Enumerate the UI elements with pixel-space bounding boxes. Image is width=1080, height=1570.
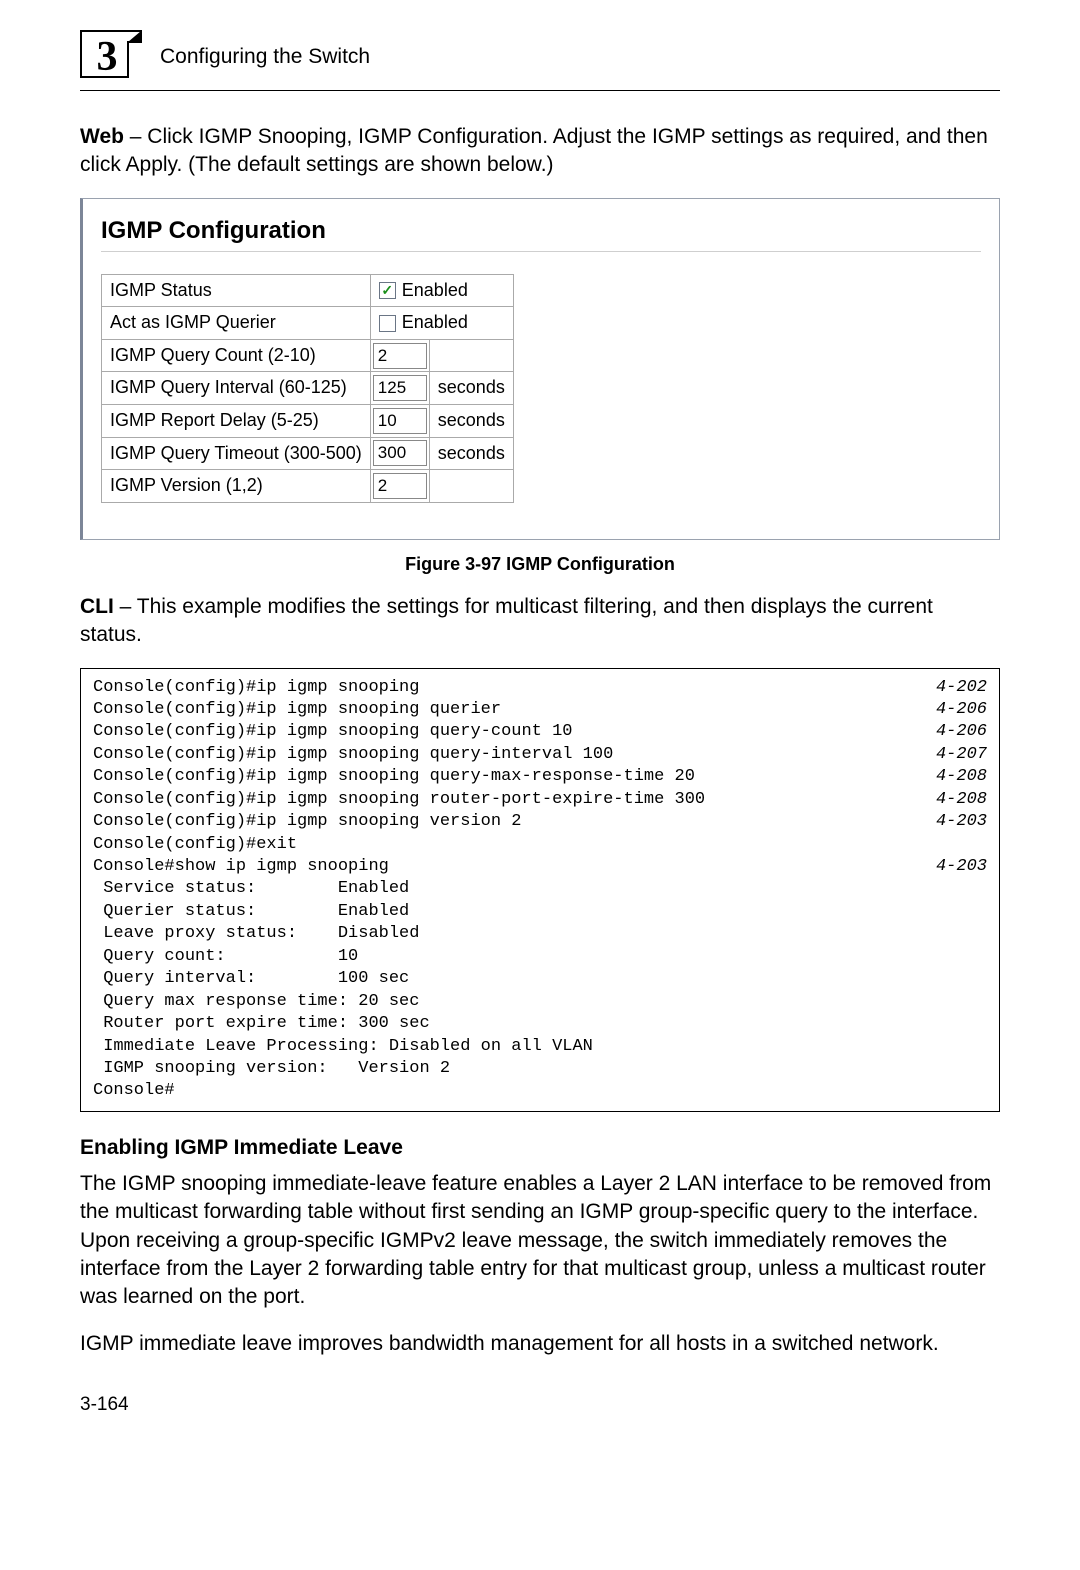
cell-igmp-status: Enabled — [370, 274, 513, 307]
label-query-timeout: IGMP Query Timeout (300-500) — [102, 437, 371, 470]
label-igmp-querier: Act as IGMP Querier — [102, 307, 371, 340]
cli-text: Console# — [93, 1080, 175, 1102]
cli-text: Console(config)#ip igmp snooping query-c… — [93, 721, 572, 743]
chapter-number-icon: 3 — [80, 30, 142, 78]
subsection-para1: The IGMP snooping immediate-leave featur… — [80, 1170, 1000, 1312]
cli-page-ref: 4-206 — [936, 721, 987, 743]
input-query-count[interactable] — [373, 343, 427, 369]
cli-text: Query max response time: 20 sec — [93, 991, 419, 1013]
cli-line: Console(config)#ip igmp snooping version… — [93, 811, 987, 833]
cli-line: Query max response time: 20 sec — [93, 991, 987, 1013]
cli-text: Console(config)#ip igmp snooping router-… — [93, 789, 705, 811]
row-query-count: IGMP Query Count (2-10) — [102, 339, 514, 372]
checkbox-label-enabled: Enabled — [402, 280, 468, 302]
cell-igmp-querier: Enabled — [370, 307, 513, 340]
config-panel-title: IGMP Configuration — [101, 217, 981, 245]
input-igmp-version[interactable] — [373, 473, 427, 499]
config-table: IGMP Status Enabled Act as IGMP Querier … — [101, 274, 514, 503]
cli-text: Console(config)#ip igmp snooping version… — [93, 811, 521, 833]
row-igmp-status: IGMP Status Enabled — [102, 274, 514, 307]
cli-text: Immediate Leave Processing: Disabled on … — [93, 1036, 593, 1058]
cli-text: Console(config)#ip igmp snooping query-i… — [93, 744, 613, 766]
cli-line: Query interval: 100 sec — [93, 968, 987, 990]
cli-line: Router port expire time: 300 sec — [93, 1013, 987, 1035]
cli-text: Service status: Enabled — [93, 878, 409, 900]
document-page: 3 Configuring the Switch Web – Click IGM… — [0, 0, 1080, 1456]
cli-page-ref: 4-203 — [936, 811, 987, 833]
svg-text:3: 3 — [97, 34, 118, 78]
checkbox-igmp-querier[interactable] — [379, 315, 396, 332]
cli-line: IGMP snooping version: Version 2 — [93, 1058, 987, 1080]
unit-empty — [429, 339, 513, 372]
cli-line: Leave proxy status: Disabled — [93, 923, 987, 945]
cli-page-ref: 4-208 — [936, 789, 987, 811]
input-report-delay[interactable] — [373, 408, 427, 434]
cli-line: Querier status: Enabled — [93, 901, 987, 923]
cli-line: Console(config)#ip igmp snooping router-… — [93, 789, 987, 811]
cli-page-ref: 4-206 — [936, 699, 987, 721]
cli-intro-lead: CLI — [80, 595, 114, 618]
cli-line: Console(config)#ip igmp snooping 4-202 — [93, 677, 987, 699]
cli-line: Console# — [93, 1080, 987, 1102]
row-report-delay: IGMP Report Delay (5-25) seconds — [102, 405, 514, 438]
label-igmp-version: IGMP Version (1,2) — [102, 470, 371, 503]
web-intro-paragraph: Web – Click IGMP Snooping, IGMP Configur… — [80, 123, 1000, 180]
cli-text: Console(config)#exit — [93, 834, 297, 856]
config-panel: IGMP Configuration IGMP Status Enabled A… — [80, 198, 1000, 540]
cli-text: Leave proxy status: Disabled — [93, 923, 419, 945]
cli-line: Console(config)#exit — [93, 834, 987, 856]
web-intro-rest: – Click IGMP Snooping, IGMP Configuratio… — [80, 125, 988, 176]
cli-intro-paragraph: CLI – This example modifies the settings… — [80, 593, 1000, 650]
cli-page-ref: 4-203 — [936, 856, 987, 878]
unit-empty — [429, 470, 513, 503]
unit-seconds: seconds — [429, 437, 513, 470]
cli-text: IGMP snooping version: Version 2 — [93, 1058, 450, 1080]
cli-line: Service status: Enabled — [93, 878, 987, 900]
cli-line: Query count: 10 — [93, 946, 987, 968]
cli-text: Console(config)#ip igmp snooping query-m… — [93, 766, 695, 788]
cli-listing: Console(config)#ip igmp snooping4-202Con… — [80, 668, 1000, 1112]
row-igmp-version: IGMP Version (1,2) — [102, 470, 514, 503]
cli-line: Console(config)#ip igmp snooping query-m… — [93, 766, 987, 788]
checkbox-igmp-status[interactable] — [379, 282, 396, 299]
web-intro-lead: Web — [80, 125, 124, 148]
cli-line: Console(config)#ip igmp snooping querier… — [93, 699, 987, 721]
input-query-timeout[interactable] — [373, 440, 427, 466]
cli-text: Query interval: 100 sec — [93, 968, 409, 990]
cli-text: Router port expire time: 300 sec — [93, 1013, 430, 1035]
page-header: 3 Configuring the Switch — [80, 30, 1000, 91]
cli-text: Querier status: Enabled — [93, 901, 409, 923]
cli-text: Console#show ip igmp snooping — [93, 856, 389, 878]
cli-text: Console(config)#ip igmp snooping querier — [93, 699, 501, 721]
row-query-timeout: IGMP Query Timeout (300-500) seconds — [102, 437, 514, 470]
subsection-para2: IGMP immediate leave improves bandwidth … — [80, 1330, 1000, 1358]
panel-divider — [101, 251, 981, 252]
cli-text: Console(config)#ip igmp snooping — [93, 677, 419, 699]
cli-line: Console(config)#ip igmp snooping query-i… — [93, 744, 987, 766]
subsection-title: Enabling IGMP Immediate Leave — [80, 1136, 1000, 1160]
row-query-interval: IGMP Query Interval (60-125) seconds — [102, 372, 514, 405]
figure-caption: Figure 3-97 IGMP Configuration — [80, 554, 1000, 575]
row-igmp-querier: Act as IGMP Querier Enabled — [102, 307, 514, 340]
label-igmp-status: IGMP Status — [102, 274, 371, 307]
cli-line: Console(config)#ip igmp snooping query-c… — [93, 721, 987, 743]
page-number: 3-164 — [80, 1394, 1000, 1416]
label-query-count: IGMP Query Count (2-10) — [102, 339, 371, 372]
cli-page-ref: 4-202 — [936, 677, 987, 699]
checkbox-label-enabled: Enabled — [402, 312, 468, 334]
cli-page-ref: 4-207 — [936, 744, 987, 766]
input-query-interval[interactable] — [373, 375, 427, 401]
unit-seconds: seconds — [429, 405, 513, 438]
cli-intro-rest: – This example modifies the settings for… — [80, 595, 933, 646]
section-title: Configuring the Switch — [160, 44, 370, 69]
label-report-delay: IGMP Report Delay (5-25) — [102, 405, 371, 438]
label-query-interval: IGMP Query Interval (60-125) — [102, 372, 371, 405]
unit-seconds: seconds — [429, 372, 513, 405]
cli-page-ref: 4-208 — [936, 766, 987, 788]
figure-wrapper: IGMP Configuration IGMP Status Enabled A… — [80, 198, 1000, 575]
cli-text: Query count: 10 — [93, 946, 358, 968]
cli-line: Console#show ip igmp snooping 4-203 — [93, 856, 987, 878]
cli-line: Immediate Leave Processing: Disabled on … — [93, 1036, 987, 1058]
